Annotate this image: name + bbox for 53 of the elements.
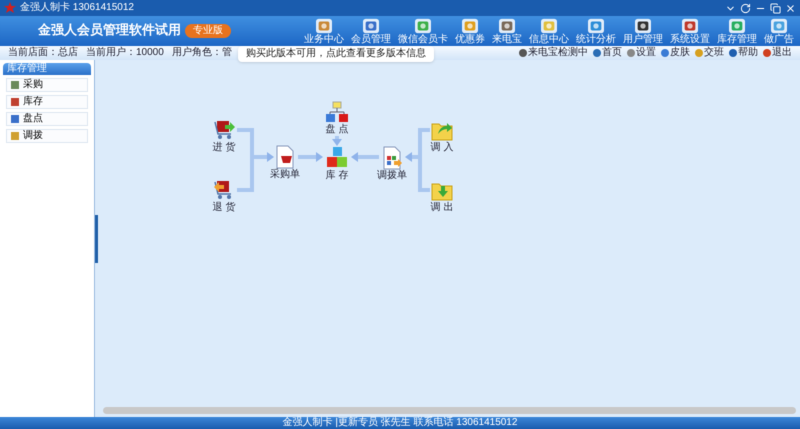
toolbar-button[interactable]: 微信会员卡 xyxy=(396,18,450,44)
cart-icon xyxy=(212,118,236,142)
node-label[interactable]: 调拨单 xyxy=(377,170,407,182)
node-label[interactable]: 库 存 xyxy=(326,170,348,182)
app-title: 金强人会员管理软件试用 xyxy=(38,22,181,40)
sidebar-item[interactable]: 调拨 xyxy=(6,129,88,143)
sidebar-item[interactable]: 盘点 xyxy=(6,112,88,126)
toolbar-button[interactable]: 会员管理 xyxy=(349,18,393,44)
flow-arrow xyxy=(298,152,323,162)
info-text: 当前店面：总店 xyxy=(8,48,78,58)
node-label[interactable]: 调 出 xyxy=(430,202,454,214)
star-logo-icon xyxy=(4,2,16,14)
flow-arrow xyxy=(351,152,379,162)
quick-link[interactable]: 退出 xyxy=(763,48,792,58)
node-label[interactable]: 采购单 xyxy=(270,169,300,181)
flow-arrow xyxy=(332,136,342,146)
quick-link[interactable]: 皮肤 xyxy=(661,48,690,58)
sidebar-title: 库存管理 xyxy=(3,63,91,75)
flow-arrow xyxy=(405,152,420,162)
footer-text: 金强人制卡 |更新专员 张先生 联系电话 13061415012 xyxy=(282,418,518,428)
bracket-line xyxy=(418,128,430,192)
hierarchy-icon xyxy=(325,100,349,124)
toolbar-button[interactable]: 统计分析 xyxy=(574,18,618,44)
info-text: 用户角色：管 xyxy=(172,48,232,58)
node-label[interactable]: 盘 点 xyxy=(326,124,348,136)
quick-link[interactable]: 设置 xyxy=(627,48,656,58)
quick-link[interactable]: 交班 xyxy=(695,48,724,58)
sidebar-item[interactable]: 采购 xyxy=(6,78,88,92)
bracket-line xyxy=(237,128,254,192)
version-tooltip[interactable]: 购买此版本可用，点此查看更多版本信息 xyxy=(238,46,434,62)
toolbar-button[interactable]: 用户管理 xyxy=(621,18,665,44)
toolbar-button[interactable]: 业务中心 xyxy=(302,18,346,44)
flow-arrow xyxy=(252,152,274,162)
restore-icon[interactable] xyxy=(770,2,781,14)
node-label[interactable]: 进 货 xyxy=(212,142,236,154)
toolbar-button[interactable]: 做广告 xyxy=(762,18,796,44)
close-icon[interactable] xyxy=(785,2,796,14)
toolbar-button[interactable]: 系统设置 xyxy=(668,18,712,44)
refresh-icon[interactable] xyxy=(740,2,751,14)
quick-link[interactable]: 来电宝检测中 xyxy=(519,48,588,58)
node-label[interactable]: 退 货 xyxy=(212,202,236,214)
toolbar-button[interactable]: 优惠券 xyxy=(453,18,487,44)
horizontal-scrollbar[interactable] xyxy=(103,407,796,414)
toolbar-button[interactable]: 信息中心 xyxy=(527,18,571,44)
toolbar-button[interactable]: 来电宝 xyxy=(490,18,524,44)
splitter-handle[interactable] xyxy=(95,214,98,262)
sidebar-item[interactable]: 库存 xyxy=(6,95,88,109)
info-text: 当前用户：10000 xyxy=(86,48,164,58)
quick-link[interactable]: 首页 xyxy=(593,48,622,58)
node-label[interactable]: 调 入 xyxy=(430,142,454,154)
toolbar-button[interactable]: 库存管理 xyxy=(715,18,759,44)
window-title: 金强人制卡 13061415012 xyxy=(20,3,134,13)
quick-link[interactable]: 帮助 xyxy=(729,48,758,58)
